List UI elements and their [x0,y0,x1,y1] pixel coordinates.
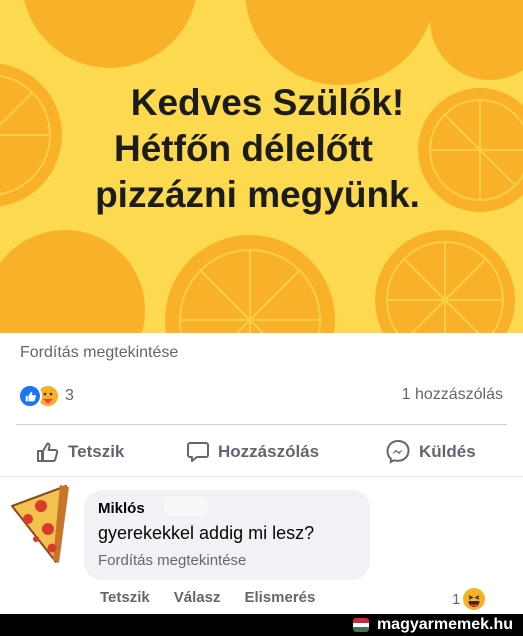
comment-bubble: Miklós gyerekekkel addig mi lesz? Fordít… [84,490,370,580]
watermark-text: magyarmemek.hu [376,616,513,633]
redacted-name [164,496,208,516]
hungarian-flag-icon [353,618,369,632]
comment-author[interactable]: Miklós [98,500,145,517]
reactions-summary[interactable]: 3 [18,384,74,408]
like-icon [18,384,42,408]
comment-acknowledge-button[interactable]: Elismerés [244,589,315,606]
haha-icon [463,588,486,610]
comment-reaction-count: 1 [452,590,461,608]
comment-actions: Tetszik Válasz Elismerés [100,589,339,606]
like-button[interactable]: Tetszik [36,434,124,470]
comment-see-translation-link[interactable]: Fordítás megtekintése [98,552,246,569]
banner-line-3: pizzázni megyünk. [95,174,420,215]
send-button[interactable]: Küldés [385,434,476,470]
comment-icon [187,442,209,462]
avatar[interactable] [6,484,72,564]
facebook-post: Kedves Szülők! Hétfőn délelőtt pizzázni … [0,0,523,636]
banner-line-1: Kedves Szülők! [130,82,405,123]
post-actions-bar: Tetszik Hozzászólás Küldés [0,434,523,470]
messenger-icon [386,439,410,464]
reactions-count: 3 [65,387,74,404]
comment-button-label: Hozzászólás [218,442,320,461]
post-image-banner: Kedves Szülők! Hétfőn délelőtt pizzázni … [0,0,523,333]
banner-text: Kedves Szülők! Hétfőn délelőtt pizzázni … [0,80,523,218]
comments-count-link[interactable]: 1 hozzászólás [402,386,503,404]
pizza-slice-icon [11,485,69,563]
comment-like-button[interactable]: Tetszik [100,589,150,606]
see-translation-link[interactable]: Fordítás megtekintése [20,344,178,362]
divider [16,424,507,425]
thumbs-up-icon [37,442,59,462]
comment-button[interactable]: Hozzászólás [186,434,319,470]
banner-line-2: Hétfőn délelőtt [114,128,373,169]
comment-reply-button[interactable]: Válasz [174,589,221,606]
comment-reactions[interactable]: 1 [452,588,486,610]
divider [0,476,523,477]
like-button-label: Tetszik [68,442,125,461]
watermark-bar: magyarmemek.hu [0,614,523,636]
comment-text: gyerekekkel addig mi lesz? [98,523,315,543]
send-button-label: Küldés [419,442,476,461]
